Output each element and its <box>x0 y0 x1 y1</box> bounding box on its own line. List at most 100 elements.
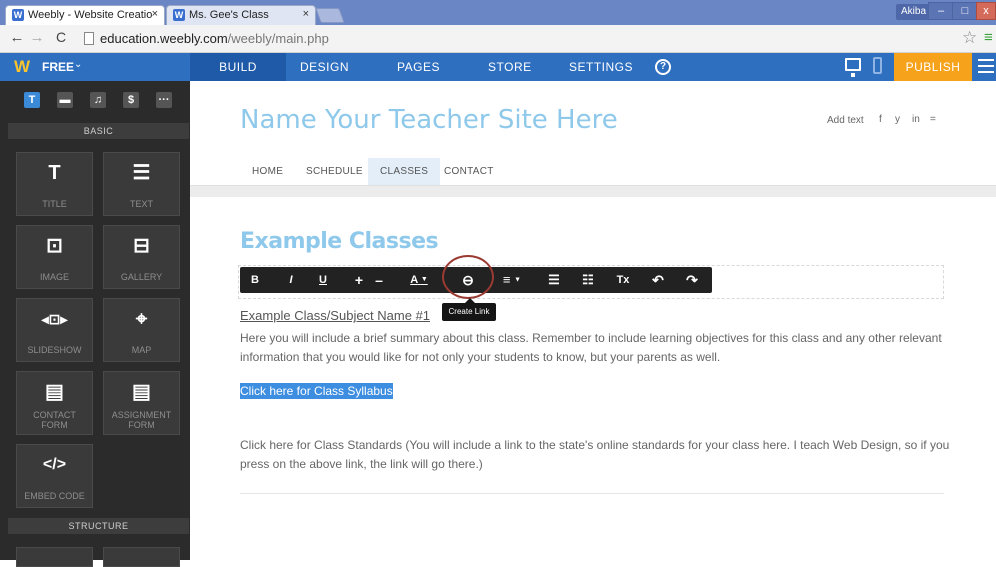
align-icon: ≡ <box>502 272 511 287</box>
linkedin-icon[interactable]: in <box>912 114 920 125</box>
element-tile-slideshow[interactable]: ◂⊡▸ SLIDESHOW <box>16 298 93 362</box>
tab-store[interactable]: STORE <box>488 53 532 81</box>
structure-category-icon[interactable]: ▬ <box>57 92 73 108</box>
element-tile-map[interactable]: ⌖ MAP <box>103 298 180 362</box>
media-category-icon[interactable]: ♫ <box>90 92 106 108</box>
text-color-button[interactable]: A ▼ <box>404 267 434 293</box>
tile-label: ASSIGNMENT FORM <box>111 410 172 430</box>
standards-paragraph[interactable]: Click here for Class Standards (You will… <box>240 436 950 474</box>
new-tab-button[interactable] <box>315 8 345 23</box>
tile-label: TEXT <box>129 199 153 209</box>
header-divider <box>190 185 996 197</box>
content-divider <box>240 493 944 494</box>
title-icon: T <box>48 162 61 184</box>
undo-button[interactable]: ↶ <box>648 267 668 293</box>
align-button[interactable]: ≡ ▼ <box>496 267 528 293</box>
highlight-circle-annotation <box>442 255 494 299</box>
syllabus-link-selected[interactable]: Click here for Class Syllabus <box>240 383 393 399</box>
caret-down-icon: ▼ <box>420 276 428 284</box>
numbered-list-button[interactable]: ☷ <box>578 267 598 293</box>
slideshow-icon: ◂⊡▸ <box>41 311 68 327</box>
caret-down-icon: ▼ <box>514 276 522 284</box>
browser-menu-icon[interactable]: ≡ <box>984 29 993 46</box>
tile-label: EMBED CODE <box>24 491 85 501</box>
site-title[interactable]: Name Your Teacher Site Here <box>240 105 618 135</box>
help-icon[interactable]: ? <box>655 59 671 75</box>
tab-design[interactable]: DESIGN <box>300 53 349 81</box>
tile-label: CONTACT FORM <box>33 410 76 430</box>
bookmark-star-icon[interactable]: ☆ <box>962 28 977 48</box>
back-arrow-icon[interactable]: ← <box>8 29 26 46</box>
browser-tab-class[interactable]: W Ms. Gee's Class × <box>166 5 316 25</box>
tile-label: MAP <box>131 345 152 355</box>
tile-label: GALLERY <box>120 272 163 282</box>
facebook-icon[interactable]: f <box>879 114 882 125</box>
element-tile-contact-form[interactable]: ▤ CONTACT FORM <box>16 371 93 435</box>
section-title[interactable]: Example Classes <box>240 229 439 254</box>
url-host: education.weebly.com <box>100 31 228 46</box>
clear-format-button[interactable]: Tx <box>612 267 634 293</box>
mobile-view-icon[interactable] <box>873 57 882 74</box>
element-tile-assignment-form[interactable]: ▤ ASSIGNMENT FORM <box>103 371 180 435</box>
element-sidebar: T ▬ ♫ $ ··· BASIC T TITLE ☰ TEXT ⊡ IMAGE… <box>0 81 190 567</box>
tab-build[interactable]: BUILD <box>190 53 286 81</box>
profile-badge[interactable]: Akiba <box>896 4 932 20</box>
url-field[interactable]: education.weebly.com/weebly/main.php <box>100 31 329 46</box>
chevron-down-icon[interactable]: ⌄ <box>74 59 82 70</box>
weebly-favicon-icon: W <box>12 9 24 21</box>
site-nav-schedule[interactable]: SCHEDULE <box>306 158 363 186</box>
text-icon: ☰ <box>132 162 151 184</box>
element-tile-text[interactable]: ☰ TEXT <box>103 152 180 216</box>
maximize-button[interactable]: □ <box>952 2 978 20</box>
section-label-structure: STRUCTURE <box>8 518 189 534</box>
element-tile-gallery[interactable]: ⊟ GALLERY <box>103 225 180 289</box>
assignment-form-icon: ▤ <box>132 381 151 403</box>
class-subject-heading[interactable]: Example Class/Subject Name #1 <box>240 308 430 323</box>
element-tile-title[interactable]: T TITLE <box>16 152 93 216</box>
reload-icon[interactable]: C <box>52 29 70 45</box>
element-tile-image[interactable]: ⊡ IMAGE <box>16 225 93 289</box>
element-tile-partial[interactable] <box>16 547 93 567</box>
tab-settings[interactable]: SETTINGS <box>569 53 633 81</box>
site-header: Name Your Teacher Site Here Add text f y… <box>190 81 996 186</box>
desktop-view-icon[interactable] <box>845 58 861 77</box>
minimize-button[interactable]: – <box>928 2 954 20</box>
tile-label: IMAGE <box>39 272 69 282</box>
element-tile-partial[interactable] <box>103 547 180 567</box>
image-icon: ⊡ <box>46 235 63 257</box>
forward-arrow-icon[interactable]: → <box>28 29 46 46</box>
tile-label: TITLE <box>42 199 67 209</box>
add-text-link[interactable]: Add text <box>827 115 864 126</box>
text-color-label: A <box>410 274 418 286</box>
browser-tab-strip: W Weebly - Website Creatio × W Ms. Gee's… <box>0 0 996 25</box>
decrease-size-button[interactable]: – <box>370 267 388 293</box>
increase-size-button[interactable]: + <box>350 267 368 293</box>
site-nav-contact[interactable]: CONTACT <box>444 158 494 186</box>
element-tile-embed-code[interactable]: </> EMBED CODE <box>16 444 93 508</box>
twitter-icon[interactable]: y <box>895 114 900 125</box>
site-nav-home[interactable]: HOME <box>252 158 283 186</box>
hamburger-menu-icon[interactable] <box>978 59 994 73</box>
close-tab-icon[interactable]: × <box>152 8 158 20</box>
site-nav-classes[interactable]: CLASSES <box>368 158 441 186</box>
close-window-button[interactable]: x <box>976 2 996 20</box>
tab-title: Ms. Gee's Class <box>189 9 269 21</box>
underline-button[interactable]: U <box>314 267 332 293</box>
bulleted-list-button[interactable]: ☰ <box>544 267 564 293</box>
close-tab-icon[interactable]: × <box>303 8 309 20</box>
embed-code-icon: </> <box>42 456 67 473</box>
italic-button[interactable]: I <box>282 267 300 293</box>
browser-tab-weebly[interactable]: W Weebly - Website Creatio × <box>5 5 165 25</box>
commerce-category-icon[interactable]: $ <box>123 92 139 108</box>
class-summary-paragraph[interactable]: Here you will include a brief summary ab… <box>240 329 950 367</box>
more-category-icon[interactable]: ··· <box>156 92 172 108</box>
plan-dropdown[interactable]: FREE <box>42 60 74 74</box>
basic-category-icon[interactable]: T <box>24 92 40 108</box>
bold-button[interactable]: B <box>246 267 264 293</box>
map-icon: ⌖ <box>135 308 148 330</box>
redo-button[interactable]: ↷ <box>682 267 702 293</box>
weebly-logo-icon[interactable]: W <box>14 57 30 77</box>
mail-icon[interactable]: = <box>930 114 936 125</box>
publish-button[interactable]: PUBLISH <box>894 53 972 81</box>
tab-pages[interactable]: PAGES <box>397 53 440 81</box>
